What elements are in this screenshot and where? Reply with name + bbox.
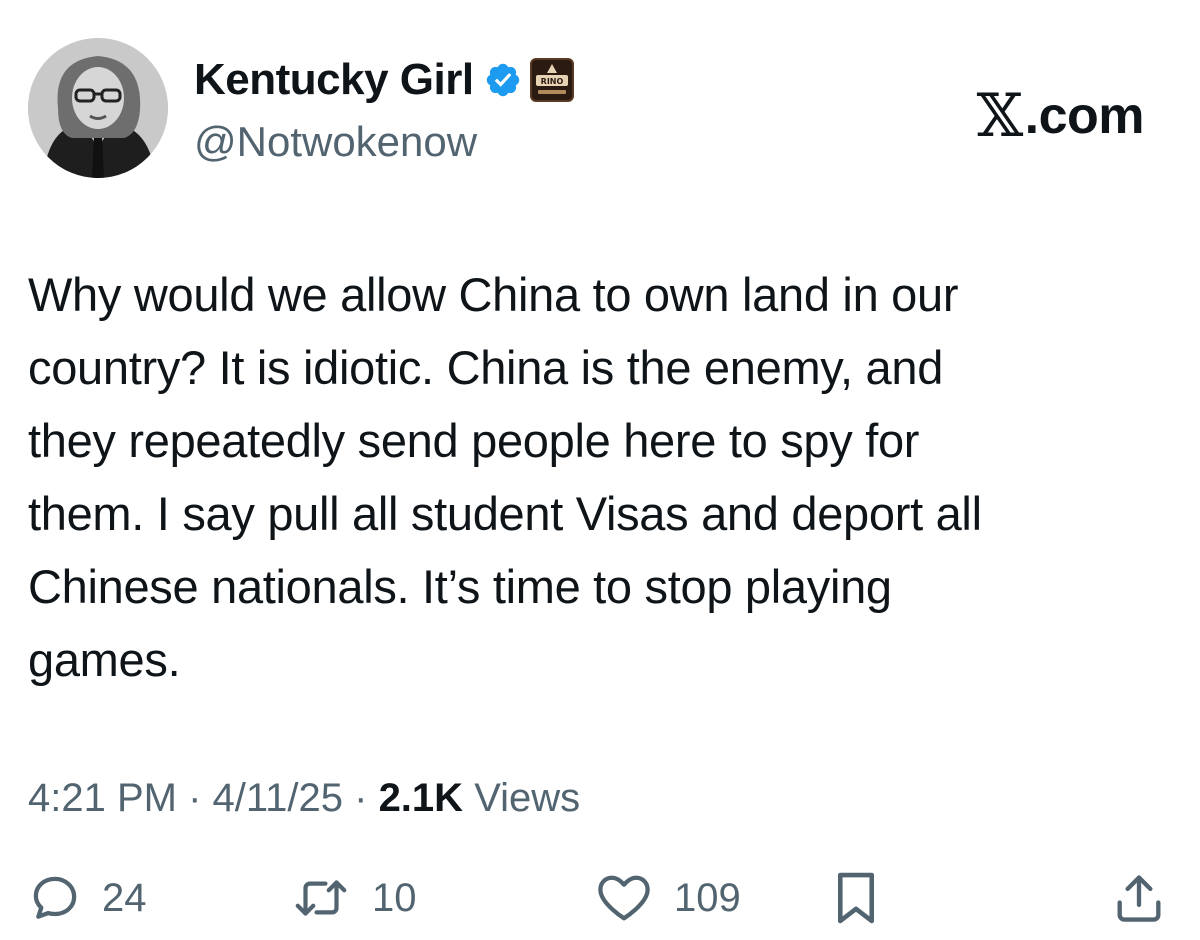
- heart-icon: [598, 875, 650, 921]
- share-button[interactable]: [1114, 866, 1164, 930]
- tweet-meta: 4:21 PM · 4/11/25 · 2.1K Views: [28, 770, 580, 826]
- name-row: Kentucky Girl RINO: [194, 52, 574, 108]
- like-count: 109: [674, 875, 741, 920]
- share-upload-icon: [1117, 875, 1161, 922]
- x-logo-icon: 𝕏: [976, 81, 1024, 151]
- bookmark-icon: [837, 872, 875, 924]
- bookmark-button[interactable]: [834, 866, 878, 930]
- repost-arrows-icon: [295, 880, 347, 916]
- reply-button[interactable]: 24: [28, 866, 147, 930]
- meta-separator: ·: [176, 776, 213, 820]
- rino-badge-label: RINO: [540, 77, 563, 86]
- speech-bubble-icon: [33, 876, 77, 919]
- repost-button[interactable]: 10: [290, 866, 417, 930]
- views-label: Views: [474, 776, 581, 820]
- rino-badge-icon[interactable]: RINO: [529, 58, 574, 102]
- tweet-date[interactable]: 4/11/25: [213, 776, 344, 820]
- user-handle[interactable]: @Notwokenow: [194, 114, 574, 170]
- action-bar: 24 10 109: [28, 866, 1172, 930]
- avatar[interactable]: [28, 38, 168, 178]
- tweet-text: Why would we allow China to own land in …: [28, 268, 982, 686]
- author-block: Kentucky Girl RINO @Notwokenow: [194, 52, 574, 170]
- reply-count: 24: [102, 875, 147, 920]
- tweet-time[interactable]: 4:21 PM: [28, 776, 177, 820]
- verified-badge-icon[interactable]: [484, 61, 522, 99]
- display-name[interactable]: Kentucky Girl: [194, 52, 474, 108]
- tweet-header: Kentucky Girl RINO @Notwokenow 𝕏 .com: [28, 38, 1172, 178]
- meta-separator: ·: [343, 776, 379, 820]
- views-count: 2.1K: [378, 776, 464, 820]
- like-button[interactable]: 109: [594, 866, 741, 930]
- repost-count: 10: [372, 875, 417, 920]
- watermark-text: .com: [1024, 87, 1145, 145]
- avatar-photo: [28, 38, 168, 178]
- x-watermark: 𝕏 .com: [976, 81, 1145, 151]
